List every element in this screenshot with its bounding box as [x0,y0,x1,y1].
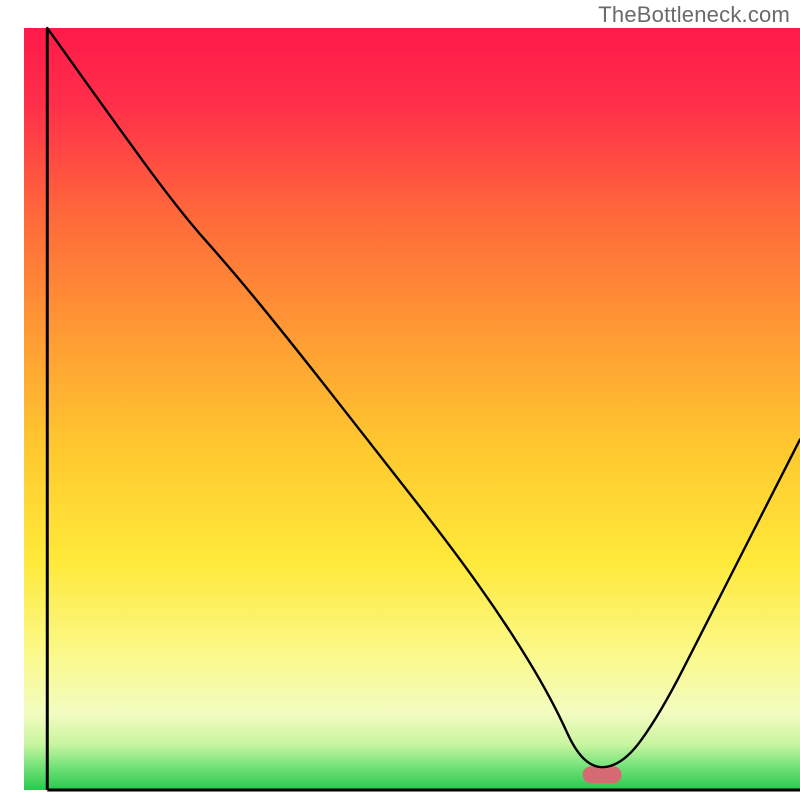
bottleneck-chart [0,0,800,800]
watermark-label: TheBottleneck.com [598,2,790,28]
plot-background [24,28,800,790]
chart-container: TheBottleneck.com [0,0,800,800]
minimum-marker [583,766,622,783]
